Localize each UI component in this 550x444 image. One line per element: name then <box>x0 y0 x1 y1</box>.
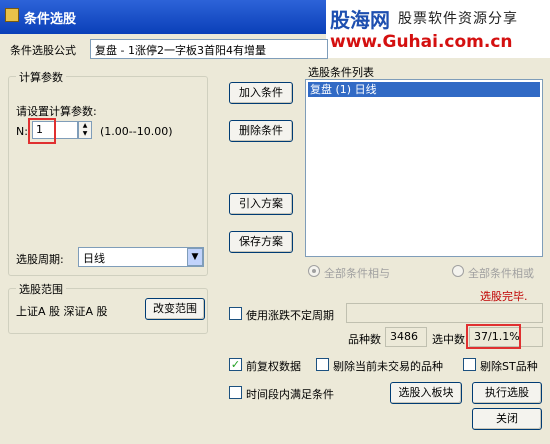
exclude-no-trade-label: 剔除当前未交易的品种 <box>333 360 443 373</box>
window-title: 条件选股 <box>24 12 77 27</box>
uncertain-period-label: 使用涨跌不定周期 <box>246 309 334 322</box>
highlight-box <box>466 324 521 349</box>
watermark-slogan: 股票软件资源分享 <box>398 11 518 27</box>
param-n-label: N: <box>16 125 28 138</box>
scope-value: 上证A 股 深证A 股 <box>16 305 108 318</box>
app-icon <box>5 8 19 22</box>
condition-stock-selection-window: 条件选股 股海网 股票软件资源分享 www.Guhai.com.cn 条件选股公… <box>0 0 550 444</box>
add-condition-button[interactable]: 加入条件 <box>229 82 293 104</box>
count-label: 品种数 <box>348 333 381 346</box>
change-scope-button[interactable]: 改变范围 <box>145 298 205 320</box>
to-block-button[interactable]: 选股入板块 <box>390 382 462 404</box>
save-scheme-button[interactable]: 保存方案 <box>229 231 293 253</box>
close-button[interactable]: 关闭 <box>472 408 542 430</box>
watermark-logo-text: 股海网 <box>330 8 390 32</box>
exclude-no-trade-checkbox[interactable] <box>316 358 329 371</box>
uncertain-period-checkbox[interactable] <box>229 307 242 320</box>
watermark-logo: 股海网 股票软件资源分享 www.Guhai.com.cn <box>326 0 550 58</box>
param-n-spinner[interactable]: ▲ ▼ <box>78 121 92 139</box>
watermark-url: www.Guhai.com.cn <box>330 32 513 52</box>
condition-list-label: 选股条件列表 <box>308 66 374 79</box>
params-prompt: 请设置计算参数: <box>16 105 97 118</box>
param-n-range: (1.00--10.00) <box>100 125 173 138</box>
status-text: 选股完毕. <box>480 290 528 303</box>
count-value: 3486 <box>385 327 427 347</box>
formula-label: 条件选股公式 <box>10 44 76 57</box>
period-select[interactable]: 日线 <box>78 247 204 267</box>
exclude-st-checkbox[interactable] <box>463 358 476 371</box>
period-value: 日线 <box>83 252 105 265</box>
period-label: 选股周期: <box>16 253 64 266</box>
import-scheme-button[interactable]: 引入方案 <box>229 193 293 215</box>
or-radio[interactable] <box>452 265 464 277</box>
restore-rights-checkbox[interactable]: ✓ <box>229 358 242 371</box>
chevron-down-icon[interactable]: ▼ <box>187 248 203 266</box>
exclude-st-label: 剔除ST品种 <box>480 360 538 373</box>
condition-list[interactable]: 复盘 (1) 日线 <box>305 79 543 257</box>
time-range-label: 时间段内满足条件 <box>246 388 334 401</box>
or-radio-label: 全部条件相或 <box>468 267 534 280</box>
restore-rights-label: 前复权数据 <box>246 360 301 373</box>
and-radio-label: 全部条件相与 <box>324 267 390 280</box>
list-item[interactable]: 复盘 (1) 日线 <box>308 82 540 97</box>
uncertain-period-input[interactable] <box>346 303 543 323</box>
delete-condition-button[interactable]: 删除条件 <box>229 120 293 142</box>
calc-params-title: 计算参数 <box>16 69 66 85</box>
highlight-box <box>28 118 56 144</box>
scope-title: 选股范围 <box>16 281 66 297</box>
and-radio[interactable] <box>308 265 320 277</box>
time-range-checkbox[interactable] <box>229 386 242 399</box>
selected-label: 选中数 <box>432 333 465 346</box>
execute-selection-button[interactable]: 执行选股 <box>472 382 542 404</box>
formula-select[interactable]: 复盘 - 1涨停2一字板3首阳4有增量 <box>90 39 328 59</box>
